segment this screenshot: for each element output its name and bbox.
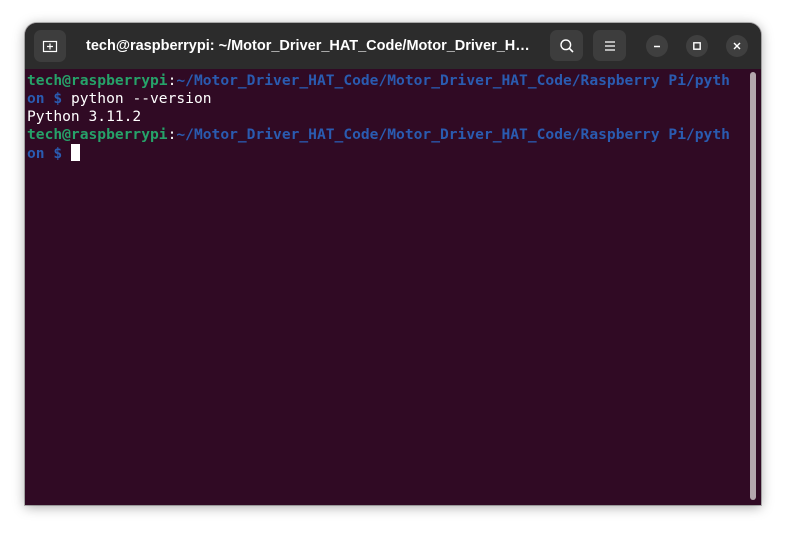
scrollbar[interactable] bbox=[750, 72, 756, 500]
terminal-line: Python 3.11.2 bbox=[27, 108, 141, 126]
prompt-symbol: $ bbox=[44, 145, 71, 162]
terminal-output[interactable]: tech@raspberrypi:~/Motor_Driver_HAT_Code… bbox=[25, 69, 761, 505]
prompt-user-host: tech@raspberrypi bbox=[27, 126, 168, 143]
terminal-line: on $ python --version bbox=[27, 90, 212, 108]
close-button[interactable] bbox=[726, 35, 748, 57]
prompt-symbol: $ bbox=[44, 90, 71, 107]
prompt-path-continued: on bbox=[27, 90, 45, 107]
prompt-path: ~/Motor_Driver_HAT_Code/Motor_Driver_HAT… bbox=[176, 126, 730, 143]
new-tab-icon bbox=[42, 40, 58, 53]
minimize-icon bbox=[654, 45, 660, 48]
maximize-button[interactable] bbox=[686, 35, 708, 57]
new-tab-button[interactable] bbox=[34, 30, 66, 62]
terminal-window: tech@raspberrypi: ~/Motor_Driver_HAT_Cod… bbox=[25, 23, 761, 505]
search-button[interactable] bbox=[550, 30, 583, 61]
maximize-icon bbox=[693, 42, 701, 50]
hamburger-menu-icon bbox=[604, 40, 615, 51]
prompt-path-continued: on bbox=[27, 145, 45, 162]
terminal-line: on $ bbox=[27, 144, 80, 163]
title-bar[interactable]: tech@raspberrypi: ~/Motor_Driver_HAT_Cod… bbox=[25, 23, 761, 69]
prompt-user-host: tech@raspberrypi bbox=[27, 72, 168, 89]
text-cursor bbox=[70, 144, 80, 161]
menu-button[interactable] bbox=[593, 30, 626, 61]
search-icon bbox=[559, 38, 574, 53]
close-icon bbox=[733, 42, 741, 50]
output-text: Python 3.11.2 bbox=[27, 108, 142, 125]
prompt-path: ~/Motor_Driver_HAT_Code/Motor_Driver_HAT… bbox=[176, 72, 730, 89]
terminal-line: tech@raspberrypi:~/Motor_Driver_HAT_Code… bbox=[27, 72, 730, 90]
minimize-button[interactable] bbox=[646, 35, 668, 57]
window-title: tech@raspberrypi: ~/Motor_Driver_HAT_Cod… bbox=[86, 38, 536, 54]
command-text: python --version bbox=[70, 90, 212, 107]
terminal-line: tech@raspberrypi:~/Motor_Driver_HAT_Code… bbox=[27, 126, 730, 144]
